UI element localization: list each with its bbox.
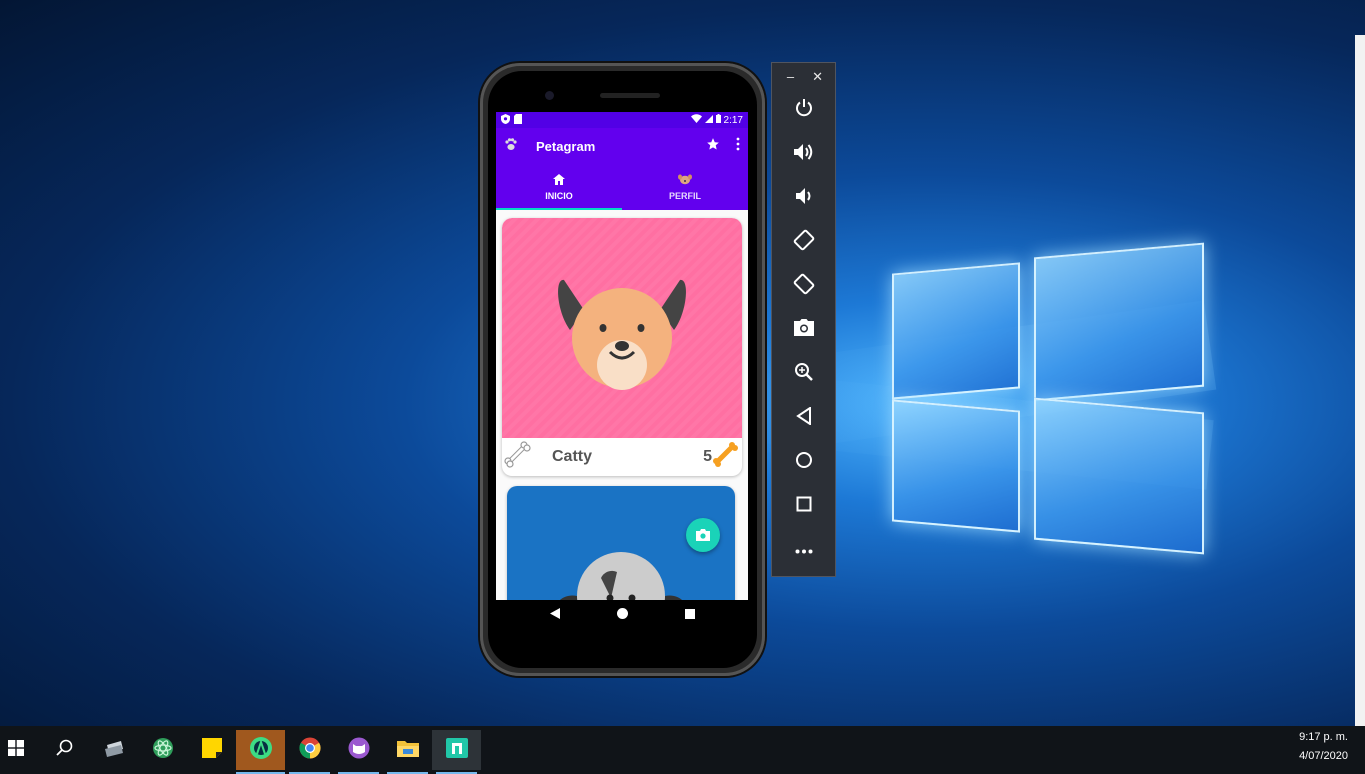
taskbar-file-explorer[interactable] [383, 730, 432, 774]
volume-down-button[interactable] [772, 183, 835, 213]
taskbar-app[interactable] [432, 730, 481, 774]
android-studio-icon [249, 736, 273, 765]
favorites-star-icon[interactable] [706, 137, 720, 156]
app-bar: Petagram INICIO PERFIL [496, 128, 748, 210]
zoom-icon [794, 362, 814, 387]
front-camera [545, 91, 554, 100]
pet-likes-count: 5 [703, 448, 712, 465]
taskbar-sticky-notes[interactable] [187, 730, 236, 770]
overflow-menu-icon[interactable] [736, 137, 740, 156]
rotate-left-icon [793, 229, 815, 256]
wifi-icon [690, 114, 702, 126]
overview-button[interactable] [772, 491, 835, 521]
atom-icon [152, 737, 174, 764]
camera-icon [793, 319, 814, 341]
camera-fab[interactable] [686, 518, 720, 552]
tab-inicio-label: INICIO [545, 191, 573, 201]
pet-photo [502, 218, 742, 438]
battery-icon [715, 114, 721, 126]
github-desktop-icon [348, 737, 370, 764]
tab-perfil-label: PERFIL [668, 191, 701, 201]
emulator-control-panel: – ✕ [771, 62, 836, 577]
printer-app-icon [103, 739, 125, 762]
minimize-button[interactable]: – [787, 69, 794, 87]
shield-icon [501, 113, 510, 127]
pet-name: Catty [552, 448, 593, 465]
bone-rating-icon [712, 441, 740, 474]
windows-logo-pane-bl [892, 399, 1020, 533]
taskbar-android-studio[interactable] [236, 730, 285, 774]
partial-window-edge [1355, 35, 1365, 726]
windows-logo-pane-br [1034, 397, 1204, 555]
search-button[interactable] [40, 730, 89, 770]
tab-inicio[interactable]: INICIO [496, 165, 622, 210]
status-bar: 2:17 [496, 112, 748, 128]
start-button[interactable] [0, 730, 40, 770]
tab-layout: INICIO PERFIL [496, 165, 748, 210]
back-icon [795, 405, 812, 430]
taskbar-printer-app[interactable] [89, 730, 138, 770]
volume-up-icon [793, 143, 814, 166]
paw-icon [504, 137, 518, 156]
pet-card[interactable]: Catty 5 [502, 218, 742, 476]
android-nav-bar [496, 600, 748, 630]
rotate-right-icon [793, 273, 815, 300]
status-time: 2:17 [723, 114, 743, 126]
bone-outline-icon[interactable] [504, 440, 532, 474]
overview-icon [796, 496, 812, 517]
taskbar-chrome[interactable] [285, 730, 334, 774]
emulator-window-controls: – ✕ [772, 63, 835, 87]
start-icon [7, 739, 24, 761]
android-emulator-device: 2:17 Petagram INICIO PERFIL Catty 5 [480, 63, 765, 676]
windows-logo-pane-tl [892, 262, 1020, 400]
system-clock[interactable]: 9:17 p. m. 4/07/2020 [1299, 728, 1348, 766]
more-icon [795, 541, 813, 559]
file-explorer-icon [396, 739, 419, 762]
clock-date: 4/07/2020 [1299, 750, 1348, 762]
home-button[interactable] [772, 447, 835, 477]
taskbar-github-desktop[interactable] [334, 730, 383, 774]
close-button[interactable]: ✕ [812, 69, 823, 87]
sd-card-icon [514, 113, 522, 127]
nav-home-icon[interactable] [616, 606, 628, 624]
chrome-icon [298, 737, 321, 764]
home-icon [553, 174, 565, 187]
toolbar: Petagram [496, 128, 748, 165]
earpiece-speaker [600, 93, 660, 98]
signal-icon [704, 114, 713, 126]
screenshot-button[interactable] [772, 315, 835, 345]
zoom-button[interactable] [772, 359, 835, 389]
windows-taskbar: 9:17 p. m. 4/07/2020 [0, 726, 1365, 774]
more-button[interactable] [772, 535, 835, 565]
rotate-right-button[interactable] [772, 271, 835, 301]
home-circle-icon [795, 451, 813, 474]
volume-down-icon [795, 187, 812, 210]
app-icon [445, 737, 468, 763]
app-title: Petagram [536, 139, 596, 154]
pet-card-footer: Catty 5 [502, 438, 742, 476]
rotate-left-button[interactable] [772, 227, 835, 257]
nav-recents-icon[interactable] [684, 606, 695, 624]
dog-face-icon [678, 174, 692, 187]
power-icon [794, 98, 814, 123]
tab-perfil[interactable]: PERFIL [622, 165, 748, 210]
taskbar-atom[interactable] [138, 730, 187, 770]
sticky-notes-icon [201, 737, 222, 763]
clock-time: 9:17 p. m. [1299, 731, 1348, 743]
back-button[interactable] [772, 403, 835, 433]
power-button[interactable] [772, 95, 835, 125]
windows-logo-pane-tr [1034, 242, 1204, 402]
volume-up-button[interactable] [772, 139, 835, 169]
nav-back-icon[interactable] [549, 606, 560, 624]
search-icon [56, 739, 73, 761]
